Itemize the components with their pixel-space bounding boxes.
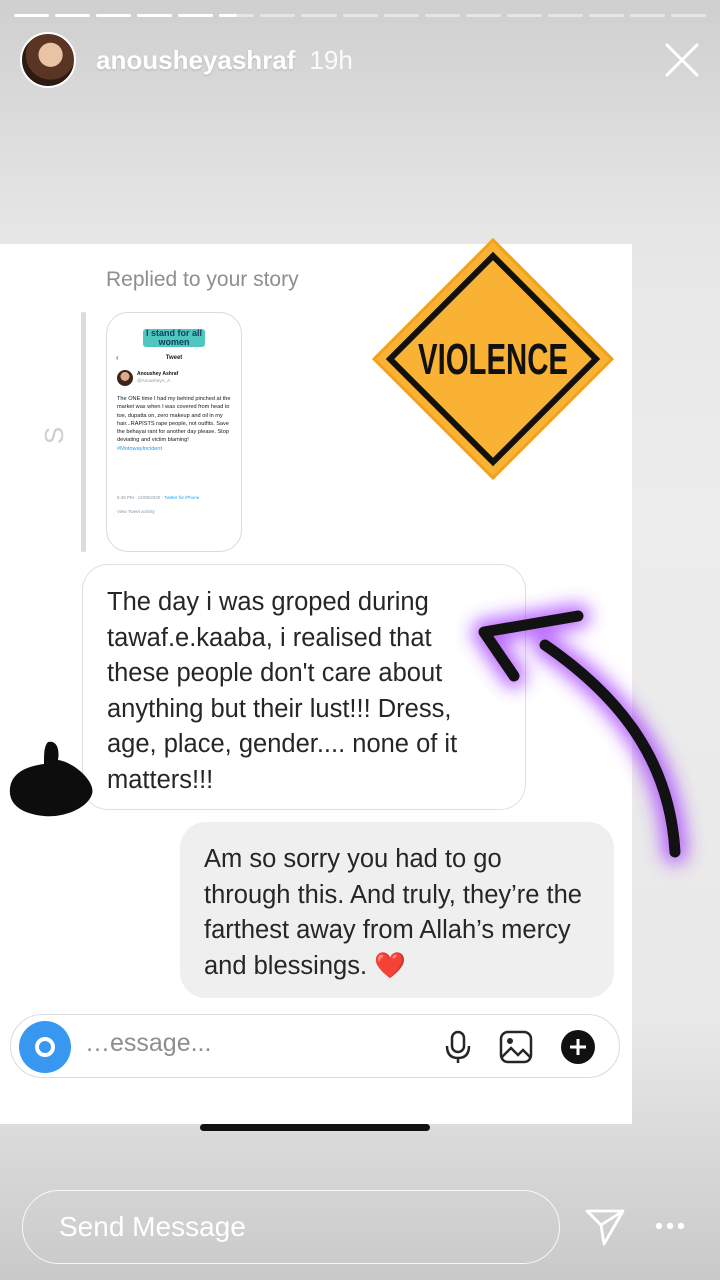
- send-message-input[interactable]: Send Message: [22, 1190, 560, 1264]
- reply-bar: [81, 312, 86, 552]
- progress-segment: [465, 14, 501, 17]
- progress-segment: [506, 14, 542, 17]
- message-composer[interactable]: …essage...: [10, 1014, 620, 1078]
- tweet-time: 5:48 PM · 12/09/2020 ·: [117, 495, 164, 500]
- microphone-icon[interactable]: [439, 1028, 477, 1066]
- progress-segment: [55, 14, 91, 17]
- username[interactable]: anousheyashraf: [96, 45, 295, 76]
- tweet-activity: View Tweet activity: [117, 509, 155, 514]
- scribble-blot: [9, 741, 93, 817]
- progress-segment: [547, 14, 583, 17]
- progress-segment: [260, 14, 296, 17]
- thumbnail-logo: I stand for all women: [143, 329, 205, 347]
- progress-segment: [178, 14, 214, 17]
- violence-sign-sticker: VIOLENCE: [371, 237, 615, 481]
- incoming-message: The day i was groped during tawaf.e.kaab…: [82, 564, 526, 810]
- progress-segment: [383, 14, 419, 17]
- tweet-client: Twitter for iPhone: [164, 495, 200, 500]
- progress-segment: [671, 14, 707, 17]
- tweet-hashtag: #MotowayIncident: [117, 445, 163, 452]
- progress-segment: [96, 14, 132, 17]
- tweet-author: Anoushey Ashraf: [137, 371, 179, 377]
- story-thumbnail[interactable]: I stand for all women ‹ Tweet Anoushey A…: [106, 312, 242, 552]
- profile-avatar[interactable]: [20, 32, 76, 88]
- close-icon[interactable]: [664, 42, 700, 78]
- tweet-text: The ONE time I had my behind pinched at …: [117, 396, 231, 444]
- arrow-drawing: [472, 604, 687, 864]
- progress-segment: [588, 14, 624, 17]
- story-header: anousheyashraf 19h: [20, 32, 700, 88]
- gallery-icon[interactable]: [497, 1028, 535, 1066]
- more-options-icon[interactable]: [654, 1220, 686, 1232]
- tweet-handle: @AnousheyA_A: [137, 378, 171, 383]
- camera-icon[interactable]: [19, 1021, 71, 1073]
- add-icon[interactable]: [559, 1028, 597, 1066]
- sticker-text: VIOLENCE: [418, 335, 568, 384]
- story-progress: [14, 14, 707, 17]
- tweet-body: The ONE time I had my behind pinched at …: [117, 395, 232, 453]
- home-indicator: [200, 1124, 430, 1131]
- message-input[interactable]: …essage...: [85, 1029, 211, 1058]
- progress-segment: [219, 14, 255, 17]
- progress-segment: [629, 14, 665, 17]
- progress-segment: [342, 14, 378, 17]
- progress-segment: [14, 14, 50, 17]
- tweet-avatar: [117, 370, 133, 386]
- tweet-header: Tweet: [165, 355, 183, 361]
- progress-segment: [424, 14, 460, 17]
- tweet-meta: 5:48 PM · 12/09/2020 · Twitter for iPhon…: [117, 495, 199, 500]
- send-icon[interactable]: [584, 1206, 626, 1248]
- replied-label: Replied to your story: [106, 268, 299, 291]
- progress-segment: [301, 14, 337, 17]
- side-letter: S: [39, 426, 70, 445]
- progress-segment: [137, 14, 173, 17]
- story-time: 19h: [309, 44, 353, 75]
- send-message-placeholder: Send Message: [59, 1211, 246, 1242]
